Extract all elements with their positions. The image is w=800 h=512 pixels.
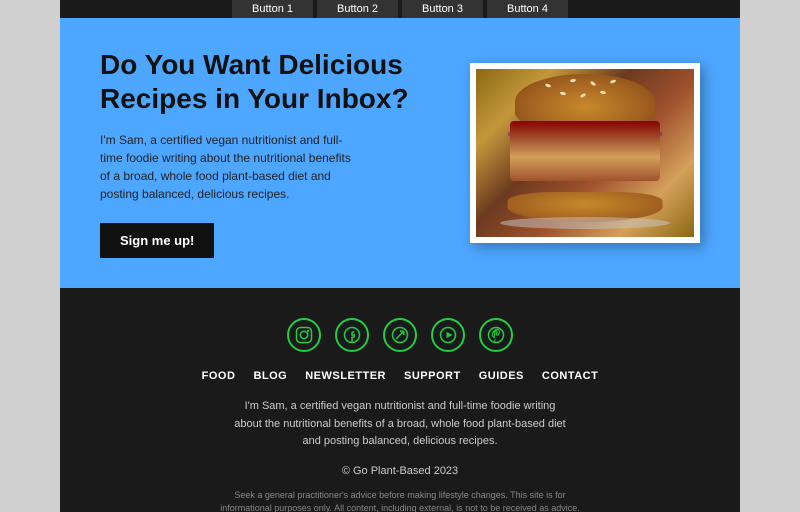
youtube-icon[interactable] — [431, 318, 465, 352]
footer-section: FOOD BLOG NEWSLETTER SUPPORT GUIDES CONT… — [60, 288, 740, 512]
footer-nav-support[interactable]: SUPPORT — [404, 370, 461, 382]
footer-bio: I'm Sam, a certified vegan nutritionist … — [230, 398, 570, 451]
burger-filling — [510, 121, 660, 181]
twitter-icon[interactable] — [383, 318, 417, 352]
facebook-icon[interactable] — [335, 318, 369, 352]
footer-nav-contact[interactable]: CONTACT — [542, 370, 598, 382]
footer-nav: FOOD BLOG NEWSLETTER SUPPORT GUIDES CONT… — [80, 370, 720, 382]
plate-shadow — [500, 217, 670, 229]
page-wrapper: Button 1 Button 2 Button 3 Button 4 Do Y… — [60, 0, 740, 512]
footer-nav-newsletter[interactable]: NEWSLETTER — [305, 370, 386, 382]
footer-copyright: © Go Plant-Based 2023 — [80, 465, 720, 477]
nav-btn-3[interactable]: Button 3 — [402, 0, 483, 18]
nav-btn-1[interactable]: Button 1 — [232, 0, 313, 18]
burger-image — [476, 69, 694, 237]
pinterest-icon[interactable] — [479, 318, 513, 352]
hero-image-container — [470, 63, 700, 243]
signup-button[interactable]: Sign me up! — [100, 223, 214, 258]
hero-title: Do You Want Delicious Recipes in Your In… — [100, 48, 450, 115]
instagram-icon[interactable] — [287, 318, 321, 352]
social-icons — [80, 318, 720, 352]
hero-text: Do You Want Delicious Recipes in Your In… — [100, 48, 470, 258]
footer-disclaimer: Seek a general practitioner's advice bef… — [210, 489, 590, 512]
nav-btn-4[interactable]: Button 4 — [487, 0, 568, 18]
top-nav: Button 1 Button 2 Button 3 Button 4 — [60, 0, 740, 18]
footer-nav-food[interactable]: FOOD — [202, 370, 236, 382]
footer-nav-guides[interactable]: GUIDES — [479, 370, 524, 382]
footer-nav-blog[interactable]: BLOG — [253, 370, 287, 382]
hero-description: I'm Sam, a certified vegan nutritionist … — [100, 131, 360, 203]
nav-btn-2[interactable]: Button 2 — [317, 0, 398, 18]
hero-section: Do You Want Delicious Recipes in Your In… — [60, 18, 740, 288]
